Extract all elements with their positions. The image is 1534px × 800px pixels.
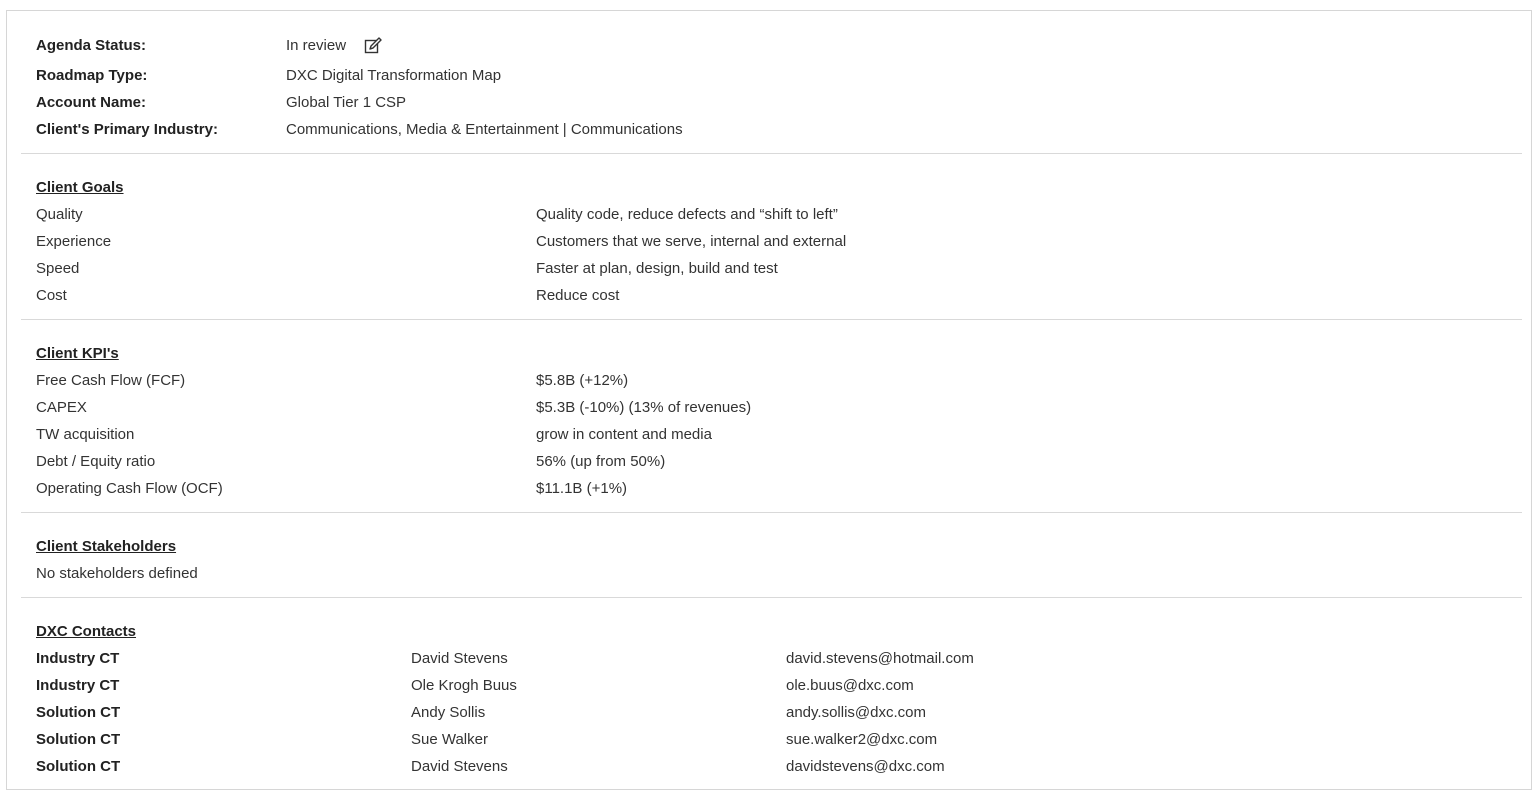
kpi-name: Free Cash Flow (FCF)	[36, 372, 186, 389]
agenda-status-value: In review	[286, 36, 382, 56]
contact-email: david.stevens@hotmail.com	[786, 650, 974, 667]
client-kpis-title: Client KPI's	[36, 345, 119, 362]
goal-name: Quality	[36, 206, 83, 223]
divider	[21, 153, 1522, 154]
goal-name: Speed	[36, 260, 80, 277]
contact-role: Industry CT	[36, 650, 120, 667]
contact-name: Sue Walker	[411, 731, 488, 748]
divider	[21, 512, 1522, 513]
contact-role: Solution CT	[36, 758, 121, 775]
roadmap-type-value: DXC Digital Transformation Map	[286, 67, 502, 84]
account-name-value: Global Tier 1 CSP	[286, 94, 407, 111]
contact-name: Andy Sollis	[411, 704, 486, 721]
client-stakeholders-title: Client Stakeholders	[36, 538, 177, 555]
kpi-value: $11.1B (+1%)	[536, 480, 628, 497]
primary-industry-label: Client's Primary Industry:	[36, 121, 218, 138]
kpi-name: CAPEX	[36, 399, 87, 416]
goal-description: Quality code, reduce defects and “shift …	[536, 206, 838, 223]
agenda-status-text: In review	[286, 37, 347, 54]
edit-icon[interactable]	[364, 37, 384, 55]
contact-role: Solution CT	[36, 731, 121, 748]
goal-name: Cost	[36, 287, 67, 304]
roadmap-type-label: Roadmap Type:	[36, 67, 148, 84]
kpi-name: Operating Cash Flow (OCF)	[36, 480, 223, 497]
kpi-value: grow in content and media	[536, 426, 712, 443]
contact-role: Solution CT	[36, 704, 121, 721]
contact-email: ole.buus@dxc.com	[786, 677, 914, 694]
goal-name: Experience	[36, 233, 112, 250]
contact-email: sue.walker2@dxc.com	[786, 731, 938, 748]
kpi-value: $5.3B (-10%) (13% of revenues)	[536, 399, 752, 416]
divider	[21, 319, 1522, 320]
account-name-label: Account Name:	[36, 94, 147, 111]
kpi-value: $5.8B (+12%)	[536, 372, 629, 389]
divider	[21, 597, 1522, 598]
client-goals-title: Client Goals	[36, 179, 124, 196]
dxc-contacts-title: DXC Contacts	[36, 623, 137, 640]
contact-name: David Stevens	[411, 758, 508, 775]
kpi-name: Debt / Equity ratio	[36, 453, 156, 470]
primary-industry-value: Communications, Media & Entertainment | …	[286, 121, 683, 138]
contact-name: Ole Krogh Buus	[411, 677, 517, 694]
contact-name: David Stevens	[411, 650, 508, 667]
kpi-name: TW acquisition	[36, 426, 135, 443]
agenda-status-label: Agenda Status:	[36, 37, 147, 54]
goal-description: Customers that we serve, internal and ex…	[536, 233, 847, 250]
contact-email: davidstevens@dxc.com	[786, 758, 945, 775]
kpi-value: 56% (up from 50%)	[536, 453, 666, 470]
stakeholders-empty-text: No stakeholders defined	[36, 565, 198, 582]
contact-email: andy.sollis@dxc.com	[786, 704, 926, 721]
goal-description: Faster at plan, design, build and test	[536, 260, 778, 277]
contact-role: Industry CT	[36, 677, 120, 694]
agenda-details-panel: Agenda Status: In review Roadmap Type: D…	[6, 10, 1532, 790]
goal-description: Reduce cost	[536, 287, 620, 304]
